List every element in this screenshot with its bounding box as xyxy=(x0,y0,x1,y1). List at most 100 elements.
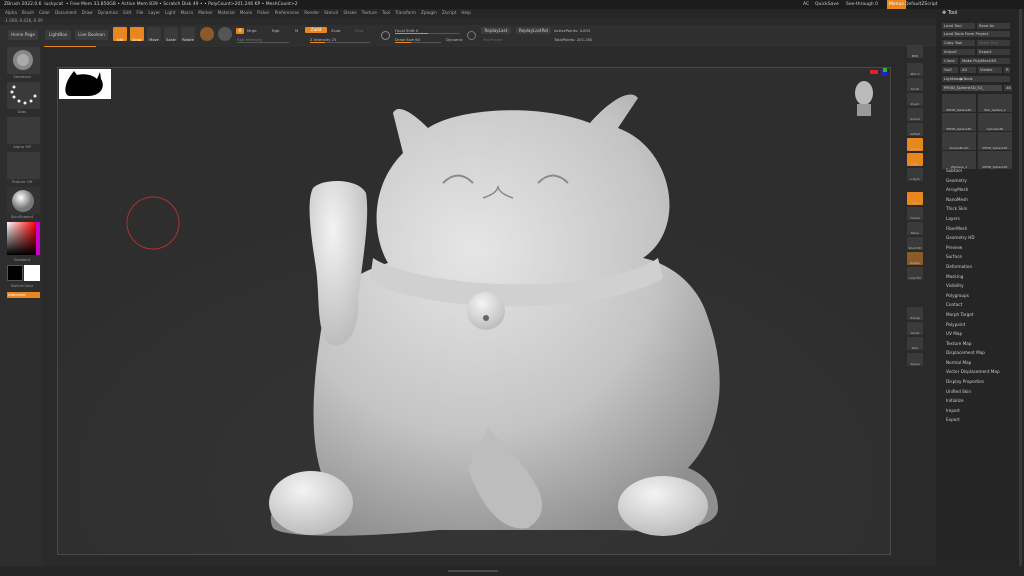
menu-movie[interactable]: Movie xyxy=(240,9,252,17)
r-button[interactable]: R xyxy=(1004,67,1010,73)
subpalette-import[interactable]: Import xyxy=(946,406,1000,416)
shelf-transp[interactable]: Transp xyxy=(907,307,923,320)
secondary-color-swatch[interactable] xyxy=(24,265,40,281)
all-button[interactable]: All xyxy=(960,67,976,73)
shelf-ghost[interactable]: Ghost xyxy=(907,322,923,335)
rgb-button[interactable]: Rgb xyxy=(272,28,286,33)
mrgb-button[interactable]: Mrgb xyxy=(247,28,265,33)
home-page-button[interactable]: Home Page xyxy=(8,30,38,40)
menu-macro[interactable]: Macro xyxy=(181,9,194,17)
current-tool-name[interactable]: PM3D_Sphere3D_52_ xyxy=(942,85,1002,91)
load-tools-from-project-button[interactable]: Load Tools From Project xyxy=(942,31,1010,37)
scale-button[interactable]: Scale xyxy=(164,27,178,42)
subpalette-texture-map[interactable]: Texture Map xyxy=(946,339,1000,349)
dynamic-toggle[interactable]: Dynamic xyxy=(446,37,463,42)
subpalette-fibermesh[interactable]: FiberMesh xyxy=(946,224,1000,234)
subpalette-polygroups[interactable]: Polygroups xyxy=(946,291,1000,301)
subpalette-thick-skin[interactable]: Thick Skin xyxy=(946,204,1000,214)
tool-thumb-4[interactable]: SimpleBrush xyxy=(942,132,976,150)
copy-tool-button[interactable]: Copy Tool xyxy=(942,40,975,46)
polyframe-toggle[interactable]: PolyFrame xyxy=(483,37,513,42)
tool-thumb-3[interactable]: Cylinder3D xyxy=(978,113,1012,131)
tool-thumb-2[interactable]: PM3D_Sphere3D xyxy=(942,113,976,131)
tool-tray-scrollbar[interactable] xyxy=(1019,9,1022,576)
document-canvas[interactable] xyxy=(57,67,891,555)
subpalette-normal-map[interactable]: Normal Map xyxy=(946,358,1000,368)
subpalette-nanomesh[interactable]: NanoMesh xyxy=(946,195,1000,205)
load-tool-button[interactable]: Load Tool xyxy=(942,23,975,29)
subpalette-subtool[interactable]: Subtool xyxy=(946,166,1000,176)
menu-tool[interactable]: Tool xyxy=(382,9,390,17)
menu-marker[interactable]: Marker xyxy=(198,9,212,17)
goz-button[interactable]: GoZ xyxy=(942,67,958,73)
import-button[interactable]: Import xyxy=(942,49,975,55)
subpalette-morph-target[interactable]: Morph Target xyxy=(946,310,1000,320)
menu-stencil[interactable]: Stencil xyxy=(324,9,338,17)
shelf-spix-3[interactable]: SPix 3 xyxy=(907,63,923,76)
shelf-line-fill-polyf[interactable]: Line Fill PolyF xyxy=(907,267,923,280)
subpalette-vector-displacement-map[interactable]: Vector Displacement Map xyxy=(946,367,1000,377)
menu-layer[interactable]: Layer xyxy=(148,9,160,17)
z-intensity-slider[interactable]: Z Intensity 25 xyxy=(310,37,370,43)
zadd-toggle[interactable]: Zadd xyxy=(305,27,327,33)
subpalette-visibility[interactable]: Visibility xyxy=(946,281,1000,291)
seethrough-slider[interactable]: See-through 0 xyxy=(846,0,878,9)
tool-thumb-0[interactable]: PM3D_Sphere3D xyxy=(942,94,976,112)
menu-texture[interactable]: Texture xyxy=(362,9,377,17)
replay-icon[interactable] xyxy=(467,31,476,40)
material-sphere-icon[interactable] xyxy=(200,27,214,41)
subpalette-displacement-map[interactable]: Displacement Map xyxy=(946,348,1000,358)
menu-transform[interactable]: Transform xyxy=(395,9,416,17)
make-polymesh-button[interactable]: Make PolyMesh3D xyxy=(960,58,1010,64)
subpalette-masking[interactable]: Masking xyxy=(946,272,1000,282)
subpalette-unified-skin[interactable]: Unified Skin xyxy=(946,387,1000,397)
menu-draw[interactable]: Draw xyxy=(82,9,93,17)
brush-thumbnail[interactable] xyxy=(7,47,40,74)
shelf-floor[interactable]: Floor xyxy=(907,153,923,166)
subpalette-geometry-hd[interactable]: Geometry HD xyxy=(946,233,1000,243)
subpalette-uv-map[interactable]: UV Map xyxy=(946,329,1000,339)
shelf-zoom[interactable]: Zoom xyxy=(907,93,923,106)
menu-light[interactable]: Light xyxy=(165,9,175,17)
menu-dynamics[interactable]: Dynamics xyxy=(98,9,119,17)
bottom-tray-handle[interactable] xyxy=(448,570,498,572)
export-button[interactable]: Export xyxy=(977,49,1010,55)
shelf-zoom3d[interactable]: Zoom3D xyxy=(907,237,923,250)
focal-shift-slider[interactable]: Focal Shift 0 xyxy=(395,28,460,34)
menu-brush[interactable]: Brush xyxy=(22,9,34,17)
menu-zscript[interactable]: Zscript xyxy=(442,9,457,17)
menu-color[interactable]: Color xyxy=(39,9,50,17)
menu-preferences[interactable]: Preferences xyxy=(275,9,300,17)
shelf-xpose[interactable]: Xpose xyxy=(907,353,923,366)
visible-button[interactable]: Visible xyxy=(978,67,1002,73)
shelf-actual[interactable]: Actual xyxy=(907,108,923,121)
clone-button[interactable]: Clone xyxy=(942,58,958,64)
material-thumbnail[interactable] xyxy=(7,187,40,214)
a-toggle[interactable]: A xyxy=(236,28,244,34)
shelf-bpr[interactable]: BPR xyxy=(907,45,923,58)
shelf-scroll[interactable]: Scroll xyxy=(907,78,923,91)
stroke-thumbnail[interactable] xyxy=(7,82,40,109)
default-zscript-button[interactable]: DefaultZScript xyxy=(905,0,938,9)
subpalette-initialize[interactable]: Initialize xyxy=(946,396,1000,406)
quicksave-button[interactable]: QuickSave xyxy=(815,0,839,9)
subpalette-arraymesh[interactable]: ArrayMesh xyxy=(946,185,1000,195)
subpalette-surface[interactable]: Surface xyxy=(946,252,1000,262)
shelf-solo[interactable]: Solo xyxy=(907,337,923,350)
shelf-xyz[interactable]: XYZ xyxy=(907,192,923,205)
switch-color-button[interactable]: SwitchColor xyxy=(3,283,41,288)
subpalette-export[interactable]: Export xyxy=(946,415,1000,425)
replay-last-button[interactable]: ReplayLast xyxy=(481,27,511,34)
menu-file[interactable]: File xyxy=(136,9,143,17)
rgb-intensity-slider[interactable]: Rgb Intensity xyxy=(237,37,289,43)
m-button[interactable]: M xyxy=(295,28,301,33)
alpha-thumbnail[interactable] xyxy=(7,117,40,144)
zcut-toggle[interactable]: Zcut xyxy=(355,28,367,33)
menu-edit[interactable]: Edit xyxy=(123,9,131,17)
main-color-swatch[interactable] xyxy=(7,265,23,281)
paste-tool-button[interactable]: Paste Tool xyxy=(977,40,1010,46)
subpalette-display-properties[interactable]: Display Properties xyxy=(946,377,1000,387)
lightbox-button[interactable]: LightBox xyxy=(45,30,71,40)
subpalette-deformation[interactable]: Deformation xyxy=(946,262,1000,272)
subpalette-polypaint[interactable]: Polypaint xyxy=(946,320,1000,330)
